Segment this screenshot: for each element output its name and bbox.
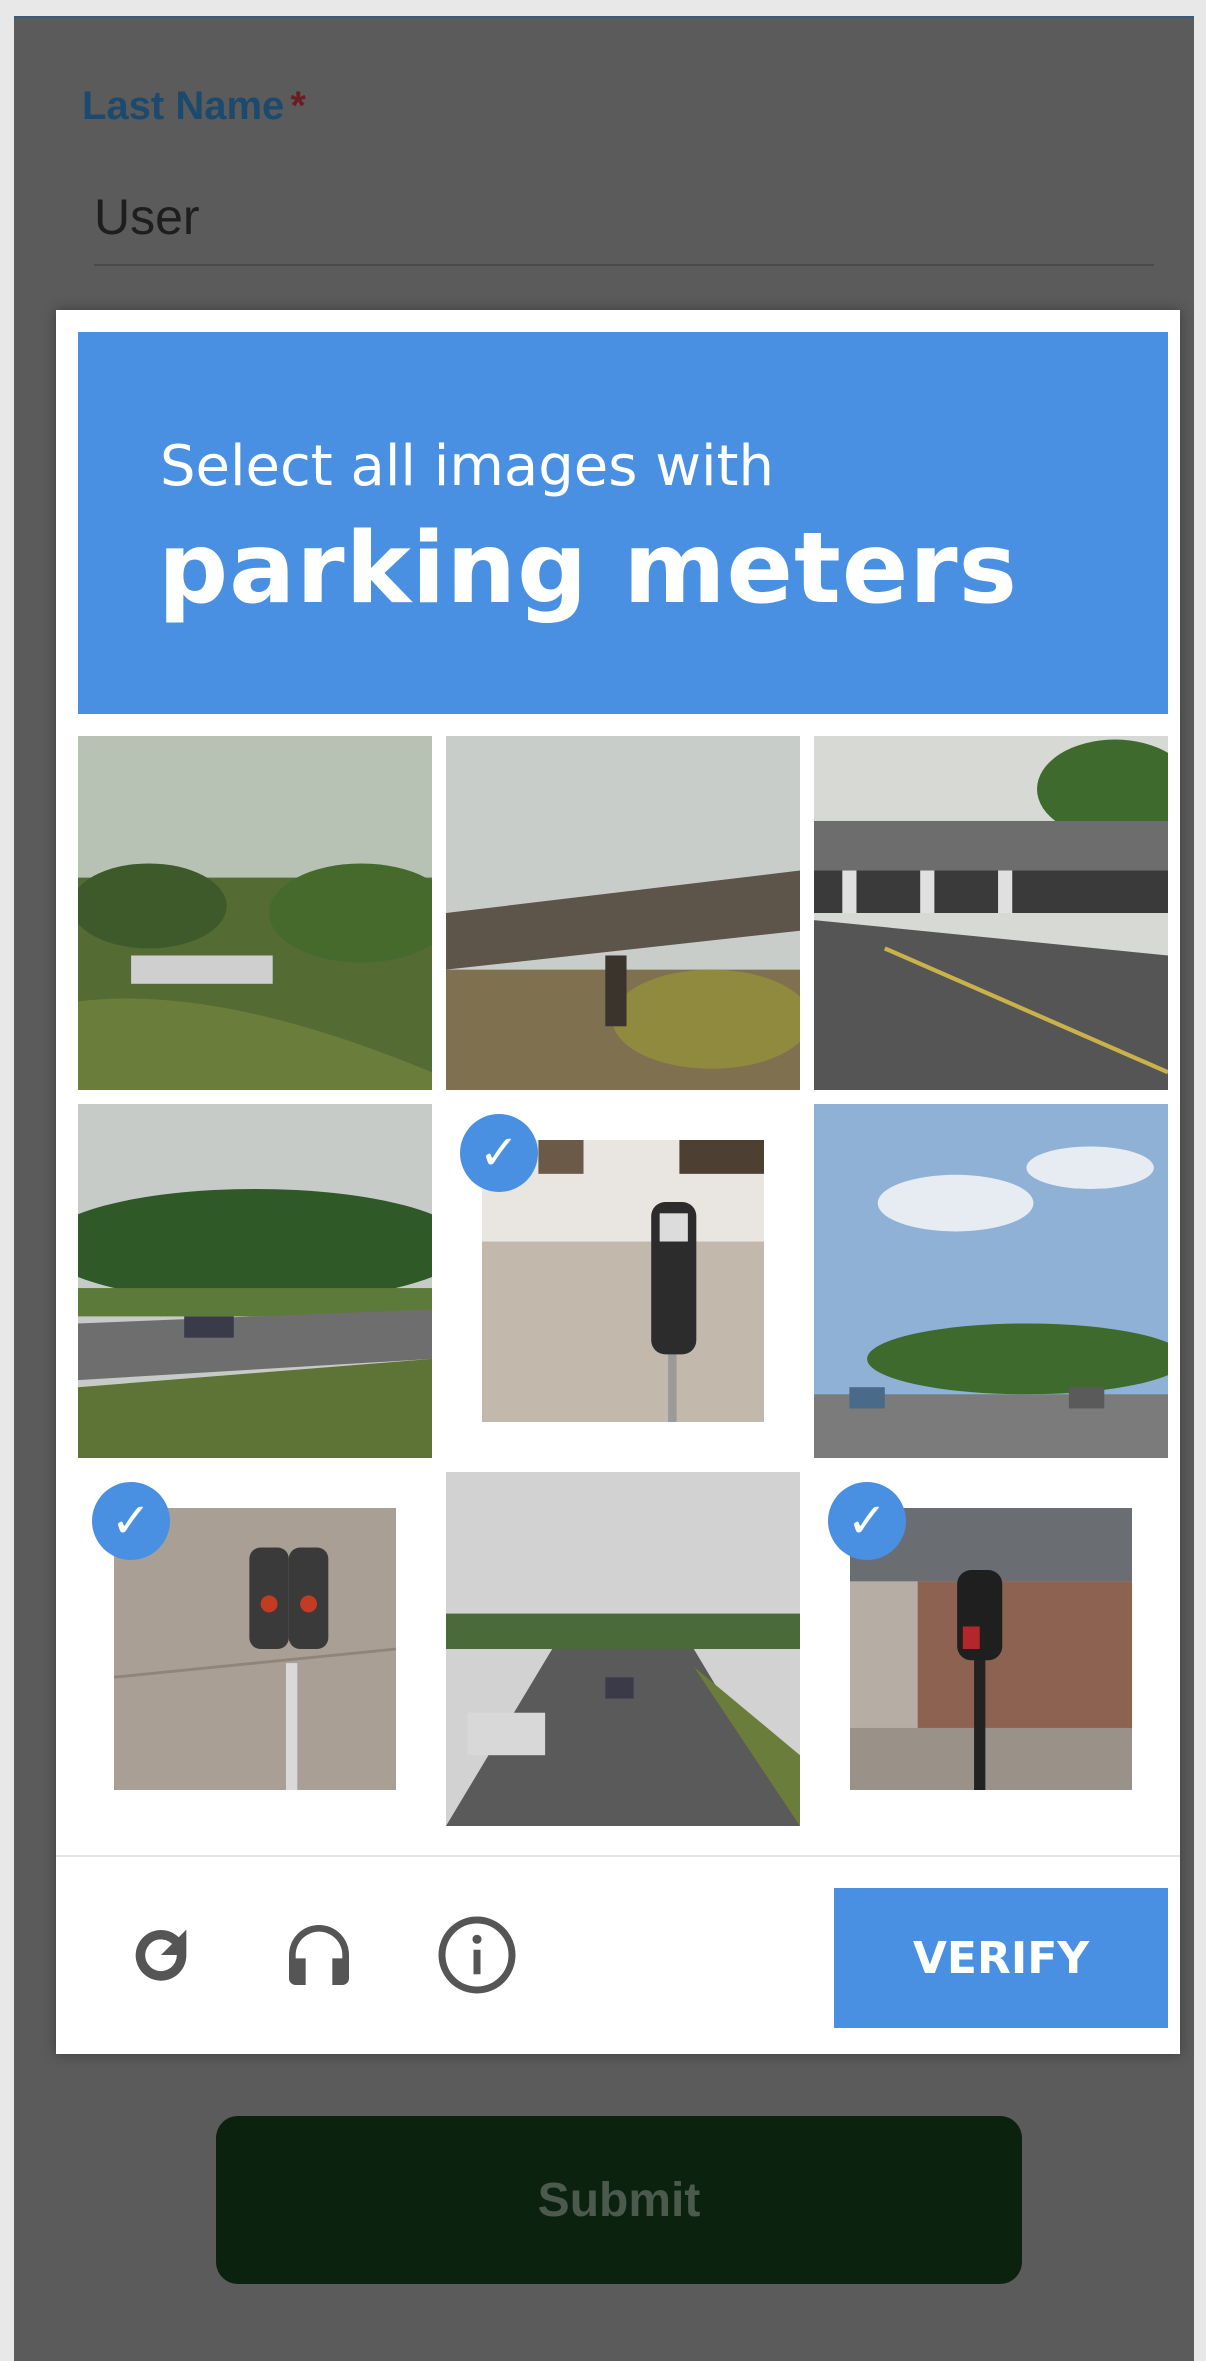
image-tile-4[interactable] <box>78 1104 432 1458</box>
footer-divider <box>56 1855 1180 1857</box>
tile-image-roadside <box>78 736 432 1090</box>
tile-image-overpass <box>446 736 800 1090</box>
last-name-field[interactable]: User <box>94 188 200 246</box>
last-name-label-text: Last Name <box>82 84 285 128</box>
tile-image-street <box>814 1104 1168 1458</box>
image-tile-5[interactable]: ✓ <box>446 1104 800 1458</box>
image-tile-8[interactable] <box>446 1472 800 1826</box>
tile-image-highway <box>78 1104 432 1458</box>
image-grid: ✓ ✓ ✓ <box>78 736 1168 1826</box>
selected-check-icon: ✓ <box>92 1482 170 1560</box>
image-tile-6[interactable] <box>814 1104 1168 1458</box>
required-marker: * <box>290 84 306 128</box>
audio-headphones-icon[interactable] <box>274 1910 364 2000</box>
prompt-line1: Select all images with <box>160 434 775 499</box>
field-underline <box>94 264 1154 266</box>
submit-button[interactable]: Submit <box>216 2116 1022 2284</box>
image-tile-7[interactable]: ✓ <box>78 1472 432 1826</box>
last-name-label: Last Name * <box>82 84 306 129</box>
tile-image-bridge <box>814 736 1168 1090</box>
image-tile-2[interactable] <box>446 736 800 1090</box>
selected-check-icon: ✓ <box>828 1482 906 1560</box>
captcha-prompt-banner: Select all images with parking meters <box>78 332 1168 714</box>
verify-button[interactable]: VERIFY <box>834 1888 1168 2028</box>
image-tile-3[interactable] <box>814 736 1168 1090</box>
info-icon[interactable] <box>432 1910 522 2000</box>
image-tile-9[interactable]: ✓ <box>814 1472 1168 1826</box>
tile-image-traffic <box>446 1472 800 1826</box>
image-tile-1[interactable] <box>78 736 432 1090</box>
reload-icon[interactable] <box>116 1910 206 2000</box>
captcha-dialog: Select all images with parking meters ✓ … <box>56 310 1180 2054</box>
selected-check-icon: ✓ <box>460 1114 538 1192</box>
prompt-target: parking meters <box>158 512 1018 626</box>
